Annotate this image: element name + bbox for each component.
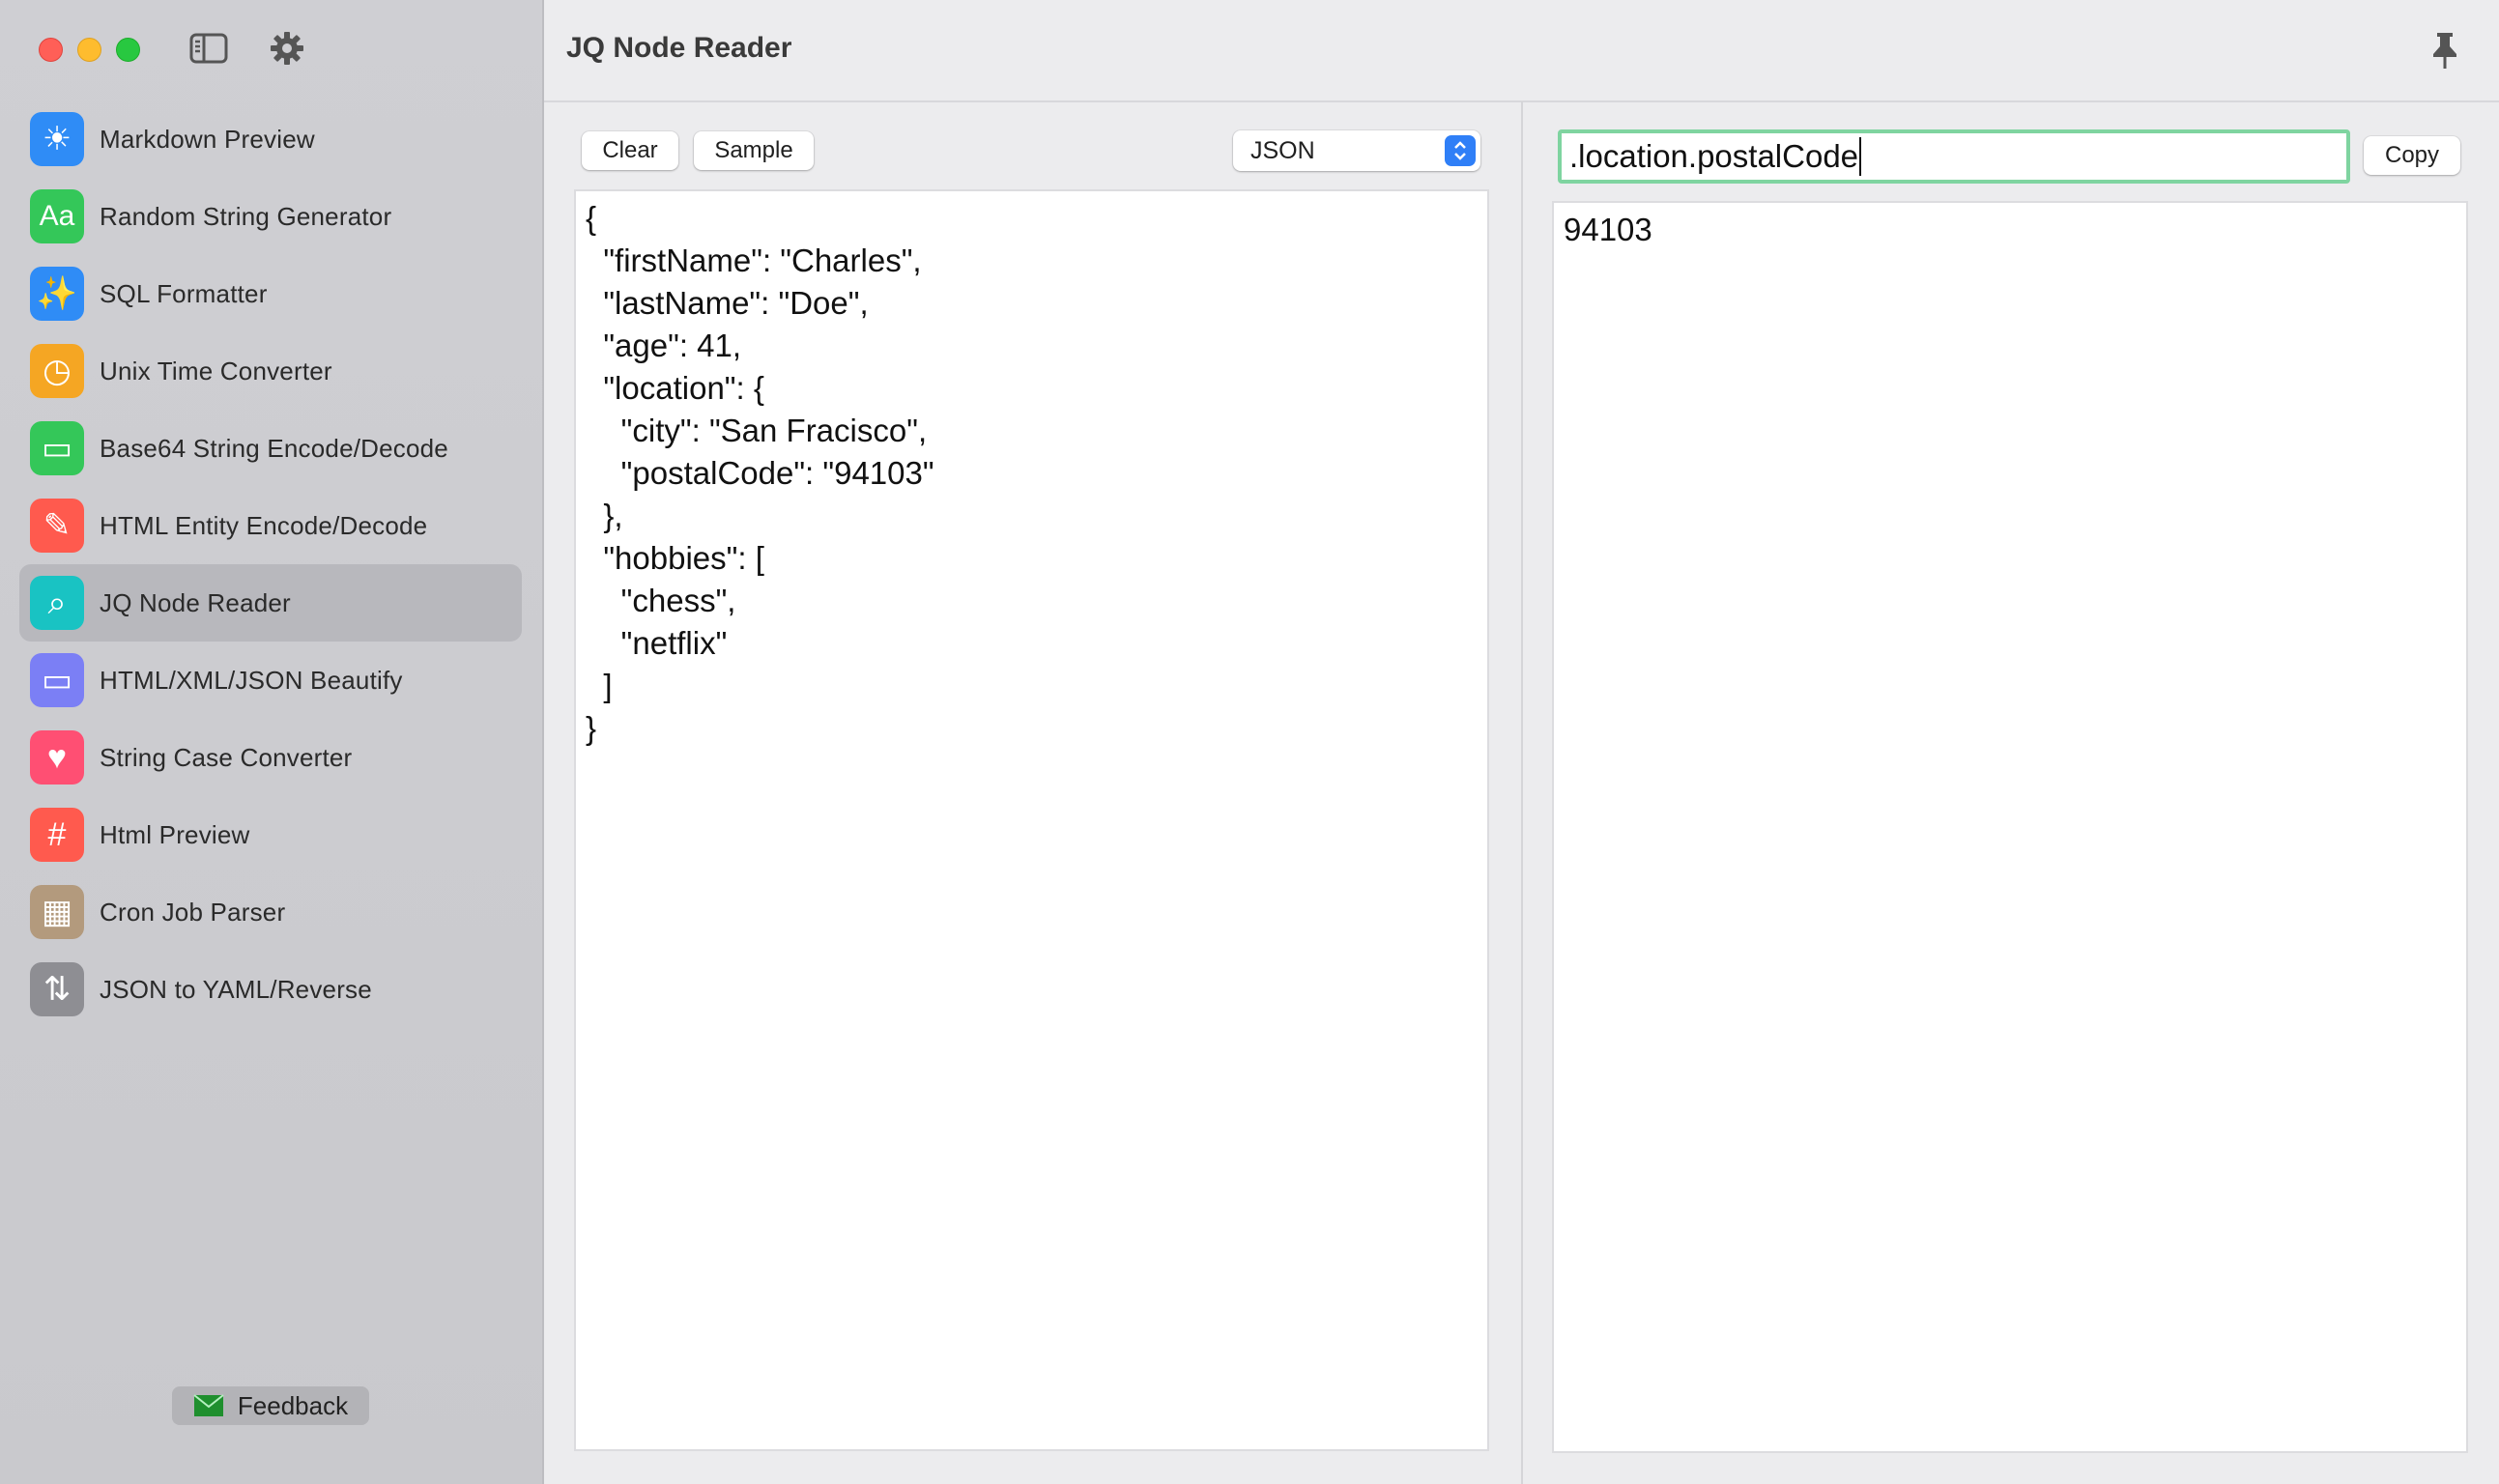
pin-icon	[2433, 33, 2456, 69]
timer-icon: ◷	[30, 344, 84, 398]
magic-wand-icon: ✨	[30, 267, 84, 321]
clear-button[interactable]: Clear	[582, 131, 678, 170]
text-caret	[1859, 137, 1862, 176]
sidebar-item-label: Unix Time Converter	[100, 356, 332, 385]
settings-button[interactable]	[266, 29, 308, 68]
sidebar-item[interactable]: ◷ Unix Time Converter	[19, 332, 522, 410]
format-select[interactable]: JSON	[1233, 130, 1480, 171]
sidebar-toggle-icon	[189, 33, 228, 64]
heart-icon: ♥	[30, 730, 84, 785]
gear-icon	[271, 32, 303, 65]
feedback-label: Feedback	[237, 1390, 349, 1420]
sidebar-item-label: Cron Job Parser	[100, 897, 286, 927]
grid-icon: ▦	[30, 885, 84, 939]
format-select-value: JSON	[1250, 136, 1315, 164]
app-window: ☀ Markdown Preview Aa Random String Generat…	[0, 0, 2499, 1484]
title-bar: JQ Node Reader	[544, 0, 2499, 102]
sidebar-item-label: Html Preview	[100, 819, 250, 849]
sidebar-item[interactable]: ✨ SQL Formatter	[19, 255, 522, 332]
page-title: JQ Node Reader	[566, 32, 792, 64]
close-window-button[interactable]	[39, 38, 63, 62]
sidebar-item[interactable]: # Html Preview	[19, 796, 522, 873]
sidebar-item-label: HTML/XML/JSON Beautify	[100, 665, 403, 695]
sidebar-item[interactable]: ⇅ JSON to YAML/Reverse	[19, 951, 522, 1028]
sidebar-item[interactable]: ⌕ JQ Node Reader	[19, 564, 522, 642]
sidebar: ☀ Markdown Preview Aa Random String Generat…	[0, 0, 544, 1484]
zoom-window-button[interactable]	[116, 38, 140, 62]
sidebar-item[interactable]: ☀ Markdown Preview	[19, 100, 522, 178]
jq-query-text: .location.postalCode	[1569, 138, 1859, 174]
sidebar-item-label: Markdown Preview	[100, 124, 315, 154]
arrows-swap-icon: ⇅	[30, 962, 84, 1016]
carrot-icon: ✎	[30, 499, 84, 553]
sidebar-item-label: SQL Formatter	[100, 278, 268, 308]
pin-button[interactable]	[2424, 27, 2466, 73]
sun-icon: ☀	[30, 112, 84, 166]
message-icon: ▭	[30, 421, 84, 475]
sidebar-item-label: Random String Generator	[100, 201, 392, 231]
toggle-sidebar-button[interactable]	[187, 29, 230, 68]
updown-chevron-icon	[1445, 135, 1476, 166]
envelope-icon	[193, 1394, 224, 1416]
sidebar-item[interactable]: ▦ Cron Job Parser	[19, 873, 522, 951]
laptop-icon: ▭	[30, 653, 84, 707]
sidebar-item[interactable]: ♥ String Case Converter	[19, 719, 522, 796]
hashtag-icon: #	[30, 808, 84, 862]
json-input-editor[interactable]: { "firstName": "Charles", "lastName": "D…	[574, 189, 1489, 1451]
text-aa-icon: Aa	[30, 189, 84, 243]
jq-query-input[interactable]: .location.postalCode	[1558, 129, 2350, 184]
sidebar-item[interactable]: Aa Random String Generator	[19, 178, 522, 255]
feedback-button[interactable]: Feedback	[172, 1386, 369, 1425]
json-input-text: { "firstName": "Charles", "lastName": "D…	[586, 200, 934, 746]
sidebar-nav: ☀ Markdown Preview Aa Random String Generat…	[19, 100, 522, 1028]
sample-button[interactable]: Sample	[694, 131, 814, 170]
sidebar-item-label: JSON to YAML/Reverse	[100, 974, 372, 1004]
sidebar-item[interactable]: ✎ HTML Entity Encode/Decode	[19, 487, 522, 564]
sidebar-item-label: Base64 String Encode/Decode	[100, 433, 448, 463]
sidebar-item[interactable]: ▭ Base64 String Encode/Decode	[19, 410, 522, 487]
sidebar-item-label: HTML Entity Encode/Decode	[100, 510, 428, 540]
magnifier-icon: ⌕	[30, 576, 84, 630]
sidebar-item-label: String Case Converter	[100, 742, 353, 772]
sidebar-item-label: JQ Node Reader	[100, 587, 291, 617]
jq-output-view[interactable]: 94103	[1552, 201, 2468, 1453]
copy-button[interactable]: Copy	[2364, 136, 2460, 175]
minimize-window-button[interactable]	[77, 38, 101, 62]
sidebar-item[interactable]: ▭ HTML/XML/JSON Beautify	[19, 642, 522, 719]
jq-output-text: 94103	[1564, 212, 1652, 247]
pane-divider[interactable]	[1521, 101, 1523, 1484]
